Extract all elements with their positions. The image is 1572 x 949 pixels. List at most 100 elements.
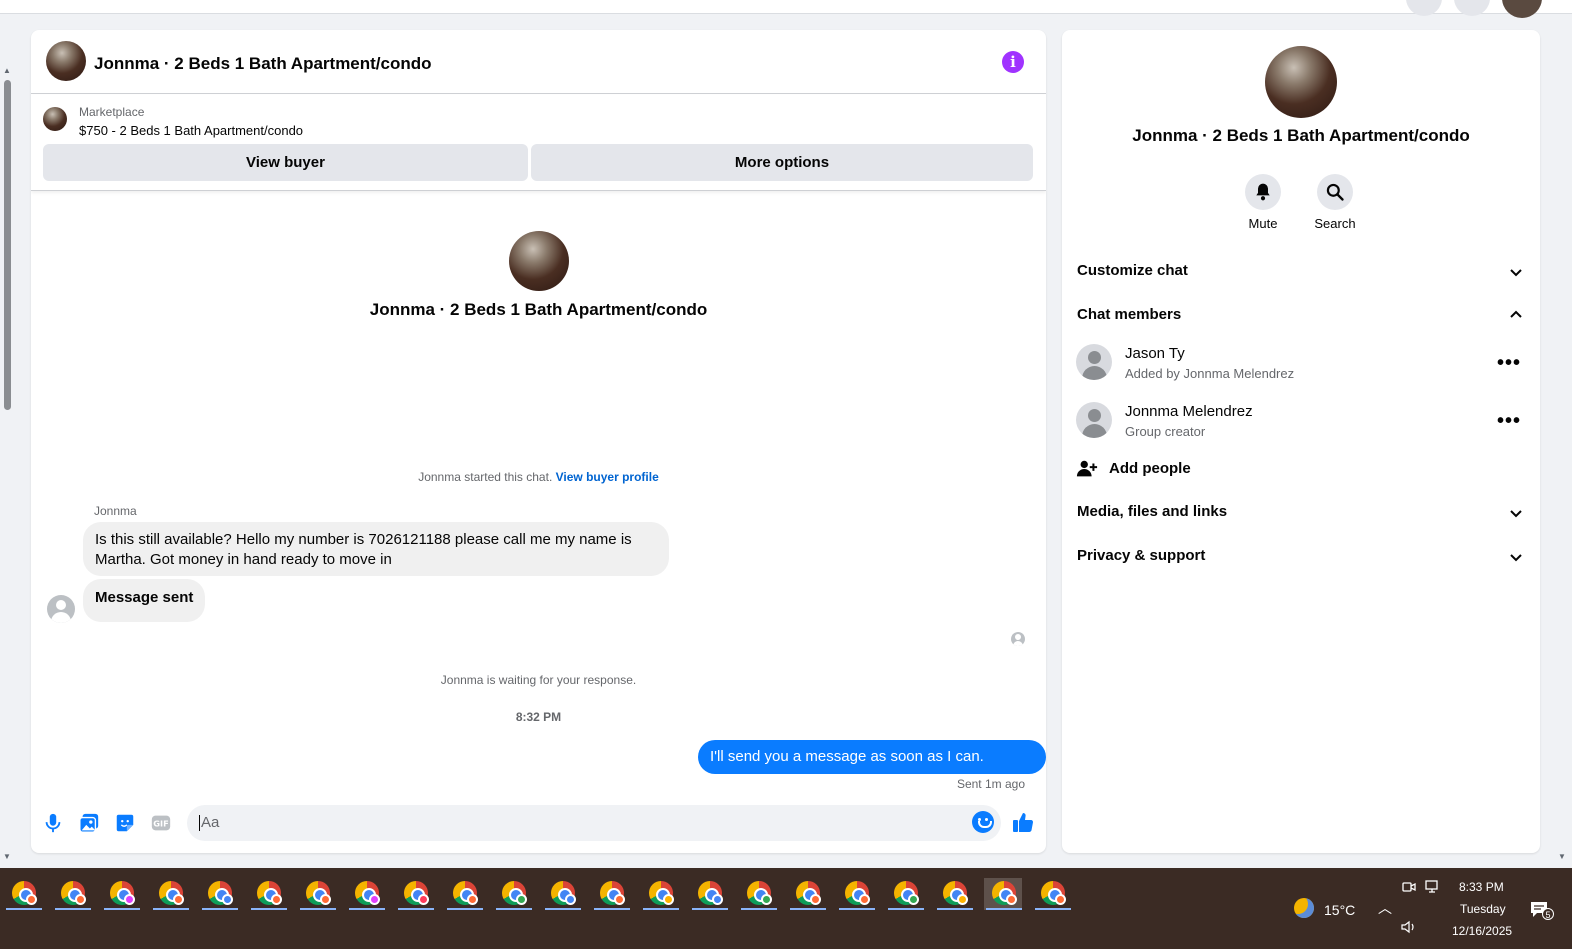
listing-title[interactable]: $750 - 2 Beds 1 Bath Apartment/condo xyxy=(79,123,303,138)
right-scroll-down-arrow-icon[interactable]: ▼ xyxy=(1558,852,1566,861)
intro-title: Jonnma · 2 Beds 1 Bath Apartment/condo xyxy=(369,300,708,319)
notification-count-badge: 5 xyxy=(1542,908,1554,920)
add-people-button[interactable]: Add people xyxy=(1076,458,1516,482)
sent-status: Sent 1m ago xyxy=(956,777,1025,791)
scroll-thumb[interactable] xyxy=(4,80,11,410)
member-name[interactable]: Jason Ty xyxy=(1125,345,1185,362)
scroll-down-arrow-icon[interactable]: ▼ xyxy=(3,852,11,861)
chat-started-notice: Jonnma started this chat. View buyer pro… xyxy=(31,470,1046,484)
marketplace-label: Marketplace xyxy=(79,105,145,119)
privacy-support-section[interactable]: Privacy & support xyxy=(1077,547,1205,564)
media-files-links-section[interactable]: Media, files and links xyxy=(1077,503,1227,520)
chat-title[interactable]: Jonnma · 2 Beds 1 Bath Apartment/condo xyxy=(94,54,432,74)
weather-icon[interactable] xyxy=(1294,898,1314,918)
message-input[interactable]: Aa xyxy=(187,805,1001,841)
info-icon[interactable]: i xyxy=(1002,51,1024,73)
chevron-down-icon[interactable] xyxy=(1508,264,1524,280)
taskbar-chrome-icon[interactable] xyxy=(1033,878,1071,910)
view-buyer-button[interactable]: View buyer xyxy=(43,144,528,181)
search-label: Search xyxy=(1314,216,1356,231)
meet-now-icon[interactable] xyxy=(1402,880,1416,894)
search-icon xyxy=(1326,183,1344,201)
mute-button[interactable] xyxy=(1245,174,1281,210)
menu-button[interactable] xyxy=(1406,0,1442,16)
microphone-icon[interactable] xyxy=(42,812,64,834)
search-button[interactable] xyxy=(1317,174,1353,210)
left-scrollbar[interactable]: ▲ ▼ xyxy=(0,14,16,867)
listing-thumbnail[interactable] xyxy=(43,107,67,131)
waiting-notice: Jonnma is waiting for your response. xyxy=(440,673,637,687)
chat-details-panel: Jonnma · 2 Beds 1 Bath Apartment/condo M… xyxy=(1062,30,1540,853)
chevron-down-icon[interactable] xyxy=(1508,549,1524,565)
member-subtitle: Group creator xyxy=(1125,424,1206,439)
taskbar-chrome-icon[interactable] xyxy=(494,878,532,910)
chevron-up-icon[interactable] xyxy=(1508,307,1524,323)
mute-label: Mute xyxy=(1248,216,1278,231)
taskbar-chrome-icon[interactable] xyxy=(151,878,189,910)
incoming-message[interactable]: Is this still available? Hello my number… xyxy=(83,522,669,576)
temperature[interactable]: 15°C xyxy=(1324,902,1355,918)
details-title: Jonnma · 2 Beds 1 Bath Apartment/condo xyxy=(1132,126,1470,145)
clock-day[interactable]: Tuesday xyxy=(1460,902,1506,916)
volume-icon[interactable] xyxy=(1401,920,1417,934)
photo-icon[interactable] xyxy=(78,812,100,834)
member-avatar[interactable] xyxy=(1076,344,1112,380)
chat-started-text: Jonnma started this chat. xyxy=(418,470,553,484)
network-icon[interactable] xyxy=(1425,880,1441,894)
taskbar-chrome-icon[interactable] xyxy=(935,878,973,910)
sticker-icon[interactable] xyxy=(114,812,136,834)
customize-chat-section[interactable]: Customize chat xyxy=(1077,262,1188,279)
view-buyer-profile-link[interactable]: View buyer profile xyxy=(556,470,659,484)
taskbar-chrome-icon[interactable] xyxy=(886,878,924,910)
member-options-icon[interactable]: ••• xyxy=(1497,353,1521,373)
taskbar-chrome-icon[interactable] xyxy=(641,878,679,910)
gif-icon[interactable]: GIF xyxy=(150,812,172,834)
member-avatar[interactable] xyxy=(1076,402,1112,438)
taskbar-chrome-icon[interactable] xyxy=(445,878,483,910)
taskbar-chrome-icon[interactable] xyxy=(4,878,42,910)
chat-header: Jonnma · 2 Beds 1 Bath Apartment/condo i xyxy=(31,30,1046,94)
tray-overflow-chevron-icon[interactable]: ︿ xyxy=(1378,898,1392,918)
bell-icon xyxy=(1256,183,1270,201)
taskbar-chrome-icon[interactable] xyxy=(592,878,630,910)
member-options-icon[interactable]: ••• xyxy=(1497,411,1521,431)
sender-avatar[interactable] xyxy=(47,595,75,623)
message-input-placeholder: Aa xyxy=(201,814,220,831)
outgoing-message[interactable]: I'll send you a message as soon as I can… xyxy=(698,740,1046,799)
chevron-down-icon[interactable] xyxy=(1508,505,1524,521)
marketplace-banner: Marketplace $750 - 2 Beds 1 Bath Apartme… xyxy=(31,95,1046,191)
taskbar-chrome-icon[interactable] xyxy=(347,878,385,910)
intro-avatar xyxy=(509,231,569,291)
details-avatar[interactable] xyxy=(1265,46,1337,118)
notifications-button[interactable] xyxy=(1454,0,1490,16)
taskbar-chrome-icon[interactable] xyxy=(837,878,875,910)
seen-indicator-avatar xyxy=(1011,632,1025,646)
taskbar-chrome-icon[interactable] xyxy=(984,878,1022,910)
taskbar-chrome-icon[interactable] xyxy=(102,878,140,910)
taskbar-chrome-icon[interactable] xyxy=(200,878,238,910)
taskbar-chrome-icon[interactable] xyxy=(298,878,336,910)
sender-name: Jonnma xyxy=(94,504,137,518)
thumbs-up-icon[interactable] xyxy=(1011,810,1035,834)
chat-members-section[interactable]: Chat members xyxy=(1077,306,1181,323)
taskbar-chrome-icon[interactable] xyxy=(543,878,581,910)
clock-time[interactable]: 8:33 PM xyxy=(1459,880,1504,894)
taskbar-chrome-icon[interactable] xyxy=(690,878,728,910)
message-sent-bubble[interactable]: Message sent xyxy=(83,579,206,622)
more-options-button[interactable]: More options xyxy=(531,144,1033,181)
chat-panel: Jonnma · 2 Beds 1 Bath Apartment/condo i… xyxy=(31,30,1046,853)
account-avatar[interactable] xyxy=(1502,0,1542,18)
chat-avatar[interactable] xyxy=(46,41,86,81)
emoji-icon[interactable] xyxy=(972,811,994,833)
taskbar-chrome-icon[interactable] xyxy=(396,878,434,910)
member-name[interactable]: Jonnma Melendrez xyxy=(1125,403,1253,420)
add-person-icon xyxy=(1076,460,1098,477)
taskbar-chrome-icon[interactable] xyxy=(788,878,826,910)
taskbar-chrome-icon[interactable] xyxy=(53,878,91,910)
top-navigation-bar xyxy=(0,0,1572,18)
member-subtitle: Added by Jonnma Melendrez xyxy=(1125,366,1295,381)
taskbar-chrome-icon[interactable] xyxy=(249,878,287,910)
clock-date[interactable]: 12/16/2025 xyxy=(1452,924,1512,938)
taskbar-chrome-icon[interactable] xyxy=(739,878,777,910)
scroll-up-arrow-icon[interactable]: ▲ xyxy=(3,66,11,75)
